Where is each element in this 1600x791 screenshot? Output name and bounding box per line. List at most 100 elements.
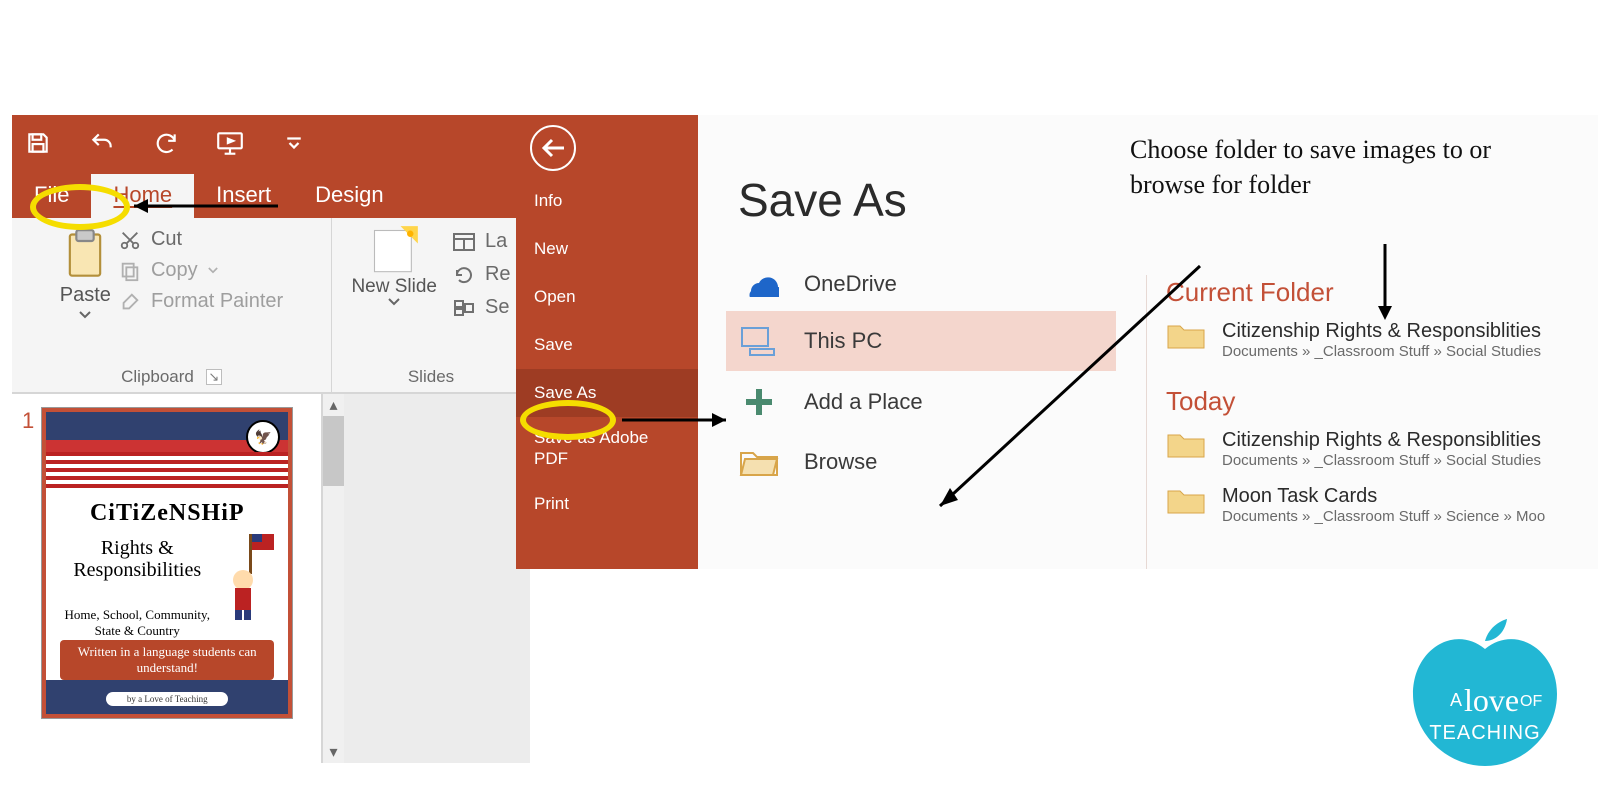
copy-button[interactable]: Copy <box>119 259 283 282</box>
ribbon-group-slides: New Slide La Re Se <box>332 218 530 393</box>
slide-blurb-text: Written in a language students can under… <box>60 640 274 680</box>
copy-label: Copy <box>151 259 198 282</box>
scroll-thumb[interactable] <box>323 416 344 486</box>
clipboard-group-label: Clipboard <box>121 367 194 387</box>
current-folder-heading: Current Folder <box>1166 277 1545 308</box>
folder-name: Moon Task Cards <box>1222 485 1545 508</box>
scroll-down-icon[interactable]: ▾ <box>323 741 344 763</box>
reset-button[interactable]: Re <box>453 263 511 286</box>
ribbon-tab-strip: File Home Insert Design <box>12 170 530 218</box>
backstage-new[interactable]: New <box>516 225 698 273</box>
svg-text:TEACHING: TEACHING <box>1429 722 1540 744</box>
powerpoint-main-window: File Home Insert Design Paste Cut <box>12 115 530 765</box>
backstage-save-adobe[interactable]: Save as Adobe PDF <box>516 417 698 480</box>
section-icon <box>453 299 475 317</box>
backstage-save-as[interactable]: Save As <box>516 369 698 417</box>
folder-path: Documents » _Classroom Stuff » Science »… <box>1222 508 1545 525</box>
paste-label: Paste <box>60 284 111 307</box>
quick-access-toolbar <box>12 115 530 170</box>
plus-icon <box>738 385 780 419</box>
format-painter-label: Format Painter <box>151 290 283 313</box>
location-add-place[interactable]: Add a Place <box>726 371 1116 433</box>
location-onedrive[interactable]: OneDrive <box>726 257 1116 311</box>
location-this-pc[interactable]: This PC <box>726 311 1116 371</box>
dialog-launcher-icon[interactable]: ↘ <box>206 369 222 385</box>
cut-button[interactable]: Cut <box>119 228 283 251</box>
scroll-up-icon[interactable]: ▴ <box>323 394 344 416</box>
new-slide-label: New Slide <box>351 276 437 298</box>
back-button[interactable] <box>530 125 576 171</box>
reset-icon <box>453 266 475 284</box>
folder-name: Citizenship Rights & Responsiblities <box>1222 429 1541 452</box>
ribbon-group-clipboard: Paste Cut Copy Format Painte <box>12 218 332 393</box>
onedrive-icon <box>738 271 780 297</box>
backstage-print[interactable]: Print <box>516 480 698 528</box>
reset-label: Re <box>485 263 511 286</box>
section-button[interactable]: Se <box>453 296 511 319</box>
flag-kid-clipart <box>223 532 278 622</box>
add-place-label: Add a Place <box>804 389 923 415</box>
scroll-track[interactable] <box>323 486 344 741</box>
slide-title-text: CiTiZeNSHiP <box>46 500 288 527</box>
folder-icon <box>1166 485 1206 515</box>
today-heading: Today <box>1166 386 1545 417</box>
backstage-menu: Info New Open Save Save As Save as Adobe… <box>516 115 698 569</box>
folder-picker: Current Folder Citizenship Rights & Resp… <box>1166 271 1545 535</box>
tab-home[interactable]: Home <box>91 174 194 218</box>
customize-qat-icon[interactable] <box>276 134 312 152</box>
tab-design[interactable]: Design <box>293 174 405 218</box>
this-pc-label: This PC <box>804 328 882 354</box>
folder-item[interactable]: Moon Task Cards Documents » _Classroom S… <box>1166 479 1545 535</box>
flag-stripes <box>46 452 288 490</box>
this-pc-icon <box>738 325 780 357</box>
save-location-list: OneDrive This PC Add a Place Browse <box>726 257 1116 535</box>
folder-path: Documents » _Classroom Stuff » Social St… <box>1222 452 1541 469</box>
chevron-down-icon[interactable] <box>388 298 400 306</box>
slide-credit-text: by a Love of Teaching <box>106 692 228 706</box>
thumbnail-scrollbar[interactable]: ▴ ▾ <box>322 394 344 763</box>
paste-button[interactable]: Paste <box>60 228 111 319</box>
svg-text:A: A <box>1450 690 1462 710</box>
saveas-divider <box>1146 275 1147 569</box>
folder-item[interactable]: Citizenship Rights & Responsiblities Doc… <box>1166 423 1545 479</box>
chevron-down-icon[interactable] <box>208 267 218 274</box>
section-label: Se <box>485 296 509 319</box>
svg-text:love: love <box>1464 682 1519 718</box>
backstage-open[interactable]: Open <box>516 273 698 321</box>
folder-item[interactable]: Citizenship Rights & Responsiblities Doc… <box>1166 314 1545 370</box>
copy-icon <box>119 260 141 282</box>
annotation-text: Choose folder to save images to or brows… <box>1130 132 1570 202</box>
tab-insert[interactable]: Insert <box>194 174 293 218</box>
format-painter-button[interactable]: Format Painter <box>119 290 283 313</box>
watermark-logo: A love OF TEACHING <box>1400 611 1570 781</box>
tab-file[interactable]: File <box>12 174 91 218</box>
browse-label: Browse <box>804 449 877 475</box>
folder-icon <box>1166 320 1206 350</box>
start-from-beginning-icon[interactable] <box>212 129 248 157</box>
slide-scope-text: Home, School, Community, State & Country <box>56 607 218 638</box>
folder-name: Citizenship Rights & Responsiblities <box>1222 320 1541 343</box>
backstage-save[interactable]: Save <box>516 321 698 369</box>
slide-thumbnail-panel: 1 🦅 CiTiZeNSHiP Rights & Responsibilitie… <box>12 393 530 763</box>
slide-thumbnail[interactable]: 🦅 CiTiZeNSHiP Rights & Responsibilities … <box>42 408 292 718</box>
onedrive-label: OneDrive <box>804 271 897 297</box>
slide-bottom-band: by a Love of Teaching <box>46 680 288 714</box>
layout-icon <box>453 233 475 251</box>
location-browse[interactable]: Browse <box>726 433 1116 491</box>
slide-number: 1 <box>22 408 34 749</box>
paintbrush-icon <box>119 291 141 313</box>
undo-icon[interactable] <box>84 130 120 156</box>
ribbon: Paste Cut Copy Format Painte <box>12 218 530 393</box>
folder-icon <box>738 447 780 477</box>
backstage-info[interactable]: Info <box>516 177 698 225</box>
redo-icon[interactable] <box>148 130 184 156</box>
save-icon[interactable] <box>20 130 56 156</box>
chevron-down-icon[interactable] <box>79 311 91 319</box>
layout-label: La <box>485 230 507 253</box>
folder-icon <box>1166 429 1206 459</box>
new-slide-button[interactable]: New Slide <box>351 224 437 306</box>
layout-button[interactable]: La <box>453 230 511 253</box>
slides-group-label: Slides <box>408 367 454 387</box>
svg-text:OF: OF <box>1520 693 1542 710</box>
back-arrow-icon <box>540 138 566 158</box>
